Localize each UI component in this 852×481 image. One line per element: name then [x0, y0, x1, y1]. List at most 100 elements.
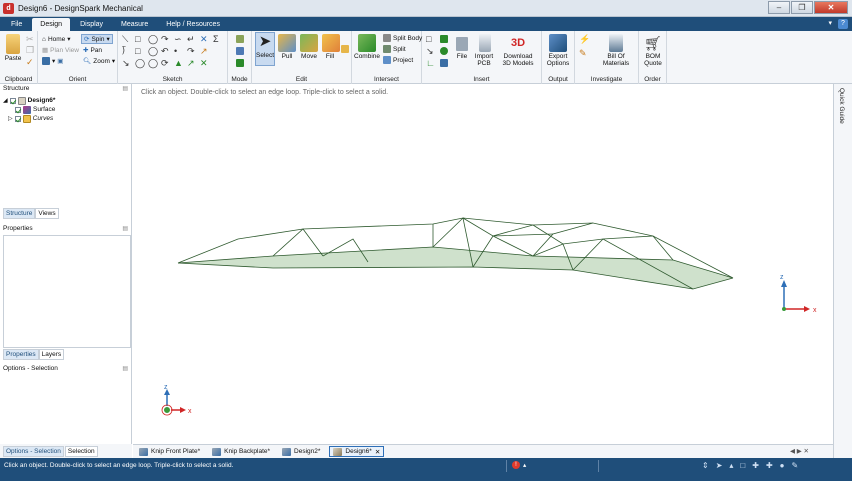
project-tool-icon[interactable]: ▲ — [174, 59, 183, 68]
sphere-icon[interactable] — [440, 47, 448, 55]
sketch-mode-icon[interactable] — [236, 35, 244, 43]
format-brush-icon[interactable]: ✓ — [26, 58, 34, 67]
tab-measure[interactable]: Measure — [113, 18, 156, 31]
bom-quote-button[interactable]: 🛒︎ BOM Quote — [641, 34, 665, 67]
view-cube-button[interactable]: ▾ ▣ — [42, 57, 63, 65]
doc-tab-knip-front-plate[interactable]: Knip Front Plate* — [136, 446, 203, 457]
spline-tool-icon[interactable]: ∽ — [174, 35, 182, 44]
origin-icon[interactable]: ∟ — [426, 59, 435, 68]
trim-tool-icon[interactable]: ✕ — [200, 35, 208, 44]
close-button[interactable]: ✕ — [814, 1, 848, 14]
visibility-checkbox[interactable] — [15, 106, 21, 113]
doc-tab-knip-backplate[interactable]: Knip Backplate* — [209, 446, 273, 457]
error-indicator[interactable]: ! ▴ — [512, 461, 526, 469]
minimize-button[interactable]: – — [768, 1, 790, 14]
split-line-icon[interactable]: ✕ — [200, 59, 208, 68]
surface-model[interactable] — [177, 217, 734, 290]
tab-help-resources[interactable]: Help / Resources — [158, 18, 228, 31]
tab-display[interactable]: Display — [72, 18, 111, 31]
doc-tab-design6[interactable]: Design6* ✕ — [329, 446, 385, 457]
tree-item-curves[interactable]: ▷ Curves — [3, 114, 55, 123]
plane-icon[interactable]: □ — [426, 35, 431, 44]
cut-icon[interactable]: ✂ — [26, 35, 34, 44]
split-button[interactable]: Split — [383, 45, 406, 53]
pan-button[interactable]: ✚ Pan — [83, 46, 102, 55]
download-3d-models-button[interactable]: 3D Download 3D Models — [499, 34, 537, 67]
tree-root-item[interactable]: ◢ Design6* — [3, 96, 55, 105]
three-point-circle-icon[interactable]: ◯ — [148, 59, 158, 68]
paste-button[interactable]: Paste — [3, 34, 23, 62]
3d-mode-icon[interactable] — [236, 59, 244, 67]
plan-view-button[interactable]: ▦ Plan View — [42, 46, 79, 55]
tree-item-surface[interactable]: Surface — [3, 105, 55, 114]
split-body-button[interactable]: Split Body — [383, 34, 422, 42]
move-handle-icon[interactable]: ✚ — [766, 461, 773, 470]
circle-tool-icon[interactable]: ◯ — [148, 35, 158, 44]
image-insert-icon[interactable] — [456, 37, 468, 51]
combine-button[interactable]: Combine — [354, 34, 380, 60]
notes-icon[interactable]: ✎ — [579, 49, 587, 58]
slot-tool-icon[interactable]: ◯ — [135, 59, 145, 68]
select-button[interactable]: ➤ Select — [255, 32, 275, 66]
replace-icon[interactable] — [341, 45, 349, 53]
restore-button[interactable]: ❐ — [791, 1, 813, 14]
tab-options-selection[interactable]: Options - Selection — [3, 445, 64, 457]
collapse-ribbon-icon[interactable]: ▾ — [828, 19, 832, 29]
fill-button[interactable]: Fill — [322, 34, 340, 60]
tab-properties[interactable]: Properties — [3, 349, 39, 360]
home-button[interactable]: ⌂ Home ▾ — [42, 35, 71, 44]
tab-selection[interactable]: Selection — [64, 445, 98, 457]
copy-icon[interactable]: ❐ — [26, 46, 34, 55]
file-button[interactable]: File — [455, 53, 469, 60]
bill-of-materials-button[interactable]: Bill Of Materials — [597, 34, 635, 67]
offset-tool-icon[interactable]: ↵ — [187, 35, 195, 44]
measure-icon[interactable]: ⚡ — [579, 35, 590, 44]
pin-icon[interactable]: ▤ — [122, 224, 128, 234]
tab-layers[interactable]: Layers — [38, 349, 65, 360]
render-style-icon[interactable]: ● — [780, 461, 785, 470]
cylinder-icon[interactable] — [440, 35, 448, 43]
extend-tool-icon[interactable]: ↗ — [200, 47, 208, 56]
axis-icon[interactable]: ↘ — [426, 47, 434, 56]
polyline-tool-icon[interactable]: ⟌ — [122, 47, 126, 56]
dimension-tool-icon[interactable]: ↘ — [122, 59, 130, 68]
tab-design[interactable]: Design — [32, 18, 71, 31]
visibility-checkbox[interactable] — [14, 115, 21, 122]
fillet-tool-icon[interactable]: ↷ — [187, 47, 195, 56]
bend-tool-icon[interactable]: ↗ — [187, 59, 195, 68]
axis-toggle-icon[interactable]: ✚ — [752, 461, 759, 470]
rectangle-tool-icon[interactable]: □ — [135, 35, 140, 44]
quick-guide-tab[interactable]: Quick Guide — [833, 84, 852, 458]
pin-icon[interactable]: ▤ — [122, 364, 128, 374]
expand-arrow-icon[interactable]: ▷ — [8, 115, 13, 122]
box-select-icon[interactable]: □ — [740, 461, 745, 470]
equation-tool-icon[interactable]: Σ — [213, 35, 219, 44]
cursor-icon[interactable]: ➤ — [716, 461, 723, 470]
import-pcb-button[interactable]: Import PCB — [474, 34, 496, 67]
tab-scroll-arrows[interactable]: ◀ ▶ ✕ — [790, 447, 809, 455]
line-tool-icon[interactable]: ⟍ — [122, 35, 128, 44]
arc-tool-icon[interactable]: ↷ — [161, 35, 169, 44]
sweep-arc-icon[interactable]: ⟳ — [161, 59, 169, 68]
pen-icon[interactable]: ✎ — [792, 461, 799, 470]
component-icon[interactable] — [440, 59, 448, 67]
tab-structure[interactable]: Structure — [3, 208, 36, 219]
project-button[interactable]: Project — [383, 56, 413, 64]
polygon-tool-icon[interactable]: □ — [135, 47, 140, 56]
ellipse-tool-icon[interactable]: ◯ — [148, 47, 158, 56]
help-icon[interactable]: ? — [838, 19, 848, 29]
point-tool-icon[interactable]: • — [174, 47, 177, 56]
spin-button[interactable]: ⟳ Spin ▾ — [81, 34, 113, 44]
pull-button[interactable]: Pull — [278, 34, 296, 60]
expand-arrow-icon[interactable]: ◢ — [3, 97, 8, 104]
doc-tab-design2[interactable]: Design2* — [279, 446, 323, 457]
section-mode-icon[interactable] — [236, 47, 244, 55]
close-tab-icon[interactable]: ✕ — [375, 448, 380, 456]
visibility-checkbox[interactable] — [9, 97, 16, 104]
3d-viewport[interactable]: Click an object. Double-click to select … — [133, 84, 833, 444]
select-mode-icon[interactable]: ▴ — [729, 461, 733, 470]
pin-icon[interactable]: ▤ — [122, 84, 128, 94]
tangent-arc-icon[interactable]: ↶ — [161, 47, 169, 56]
tab-file[interactable]: File — [3, 18, 30, 31]
zoom-button[interactable]: 🔍︎ Zoom ▾ — [83, 57, 115, 66]
